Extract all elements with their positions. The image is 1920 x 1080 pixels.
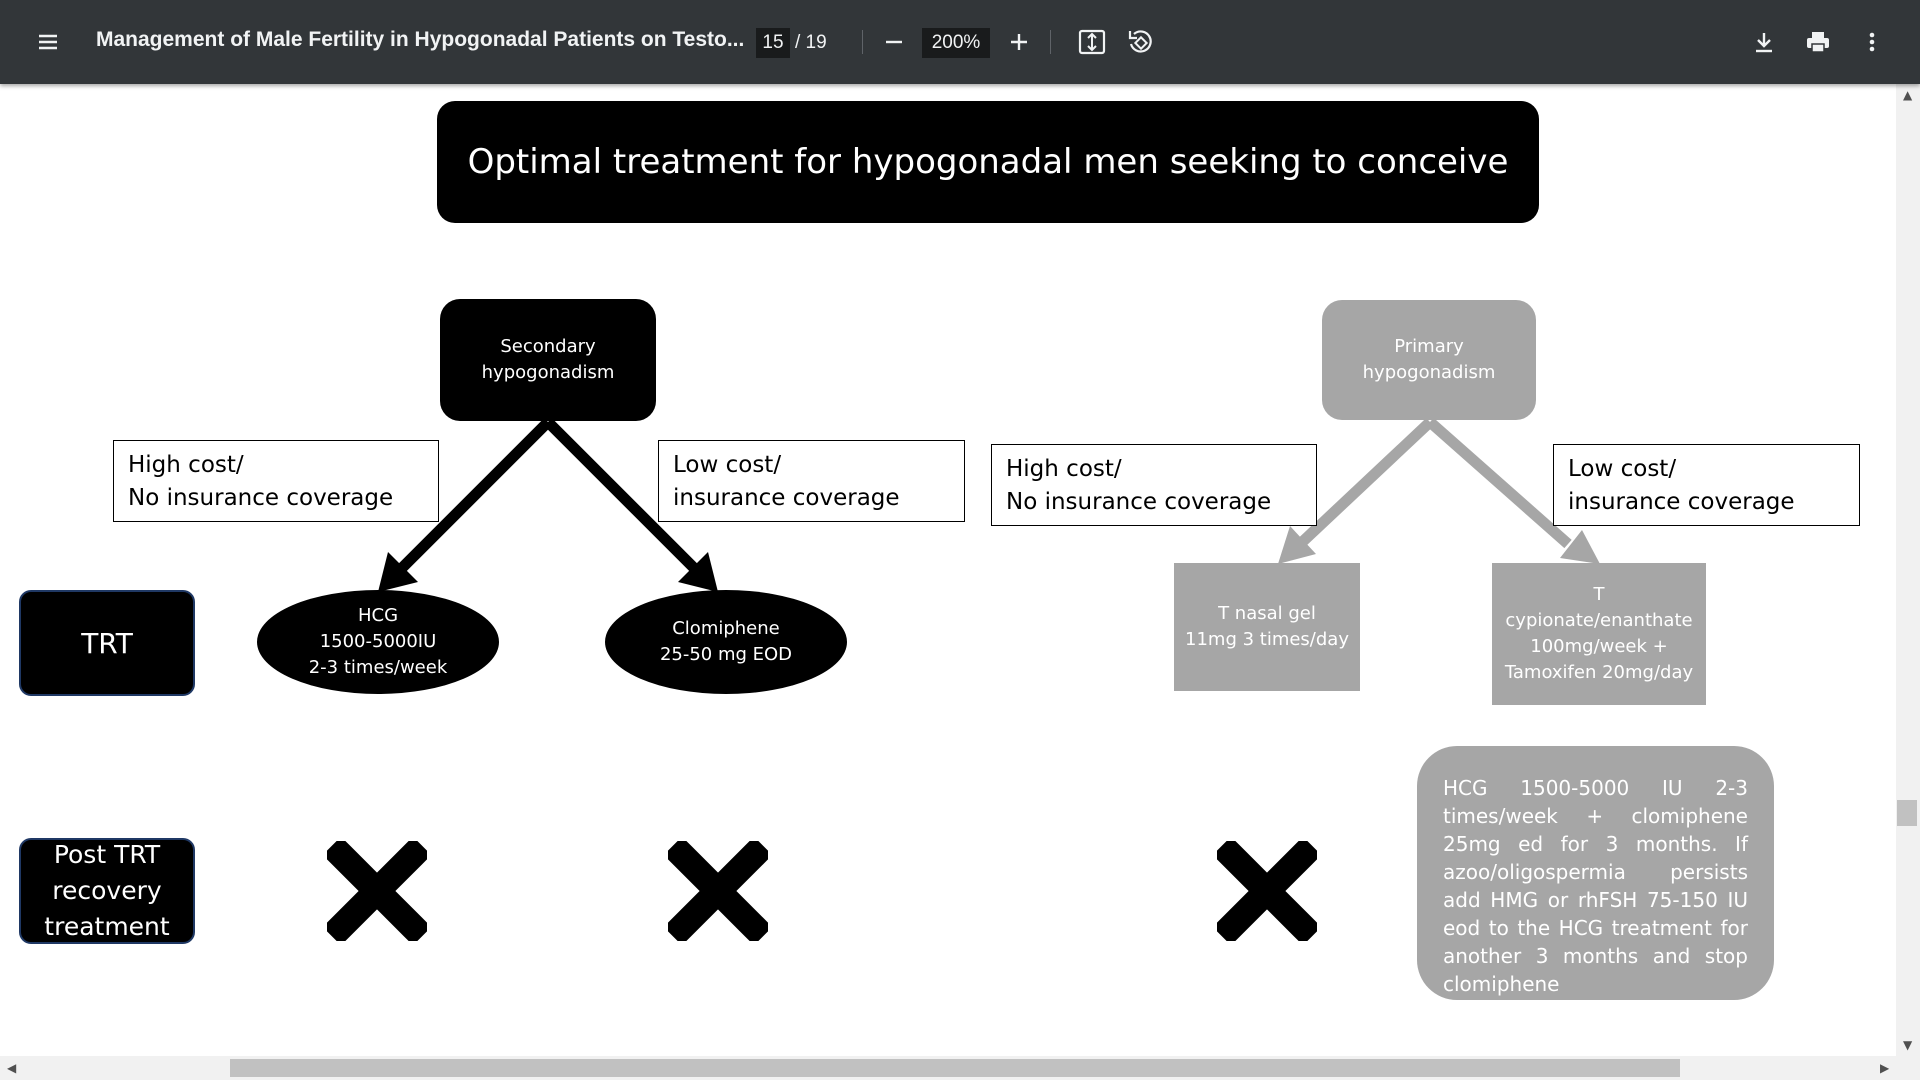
menu-icon[interactable]: [24, 18, 72, 66]
node-line: 25-50 mg EOD: [659, 644, 793, 665]
t-nasal-gel-node: T nasal gel 11mg 3 times/day: [1174, 563, 1360, 691]
node-line: Primary: [1394, 336, 1464, 357]
pdf-toolbar: Management of Male Fertility in Hypogona…: [0, 0, 1920, 84]
row-label-line: recovery: [52, 876, 162, 905]
label-line: High cost/: [1006, 456, 1122, 482]
node-line: HCG: [357, 605, 399, 626]
primary-arrows: [1278, 417, 1600, 564]
node-line: hypogonadism: [481, 362, 615, 383]
slide-title: Optimal treatment for hypogonadal men se…: [437, 101, 1539, 223]
node-line: Clomiphene: [672, 618, 780, 639]
scroll-right-arrow-icon[interactable]: ▶: [1880, 1061, 1889, 1075]
t-cypionate-node: T cypionate/enanthate 100mg/week + Tamox…: [1492, 563, 1706, 705]
node-line: 2-3 times/week: [308, 657, 448, 678]
toolbar-separator: [1050, 30, 1051, 54]
scroll-up-arrow-icon[interactable]: ▲: [1903, 88, 1912, 102]
toolbar-separator: [862, 30, 863, 54]
node-line: hypogonadism: [1362, 362, 1496, 383]
page-number-input[interactable]: 15: [756, 28, 790, 58]
label-line: No insurance coverage: [1006, 489, 1272, 515]
not-applicable-x-icon: [668, 841, 768, 941]
node-line: Tamoxifen 20mg/day: [1504, 662, 1694, 683]
vertical-scrollbar[interactable]: [1896, 84, 1920, 1056]
label-line: Low cost/: [1568, 456, 1677, 482]
vertical-scroll-thumb[interactable]: [1897, 800, 1917, 826]
trt-row-label: TRT: [19, 590, 195, 696]
download-icon[interactable]: [1740, 18, 1788, 66]
page-total: / 19: [795, 32, 827, 53]
more-vert-icon[interactable]: [1848, 18, 1896, 66]
primary-high-cost-label: High cost/ No insurance coverage: [991, 444, 1317, 526]
secondary-high-cost-label: High cost/ No insurance coverage: [113, 440, 439, 522]
scroll-left-arrow-icon[interactable]: ◀: [7, 1061, 16, 1075]
rotate-icon[interactable]: [1116, 18, 1164, 66]
node-line: 100mg/week +: [1530, 636, 1668, 657]
secondary-hypogonadism-node: Secondary hypogonadism: [440, 299, 656, 421]
not-applicable-x-icon: [1217, 841, 1317, 941]
secondary-low-cost-label: Low cost/ insurance coverage: [658, 440, 965, 522]
primary-low-cost-label: Low cost/ insurance coverage: [1553, 444, 1860, 526]
node-line: 11mg 3 times/day: [1185, 629, 1349, 650]
label-line: Low cost/: [673, 452, 782, 478]
plus-icon[interactable]: [995, 18, 1043, 66]
label-line: insurance coverage: [1568, 489, 1795, 515]
pdf-page-viewport[interactable]: Optimal treatment for hypogonadal men se…: [0, 84, 1896, 1056]
node-line: Secondary: [500, 336, 596, 357]
fit-to-page-icon[interactable]: [1068, 18, 1116, 66]
scroll-down-arrow-icon[interactable]: ▼: [1903, 1038, 1912, 1052]
minus-icon[interactable]: [870, 18, 918, 66]
print-icon[interactable]: [1794, 18, 1842, 66]
label-line: insurance coverage: [673, 485, 900, 511]
clomiphene-treatment-node: Clomiphene 25-50 mg EOD: [605, 590, 847, 694]
horizontal-scroll-thumb[interactable]: [230, 1059, 1680, 1077]
node-line: T: [1593, 584, 1605, 605]
row-label-line: Post TRT: [53, 840, 161, 869]
post-trt-row-label: Post TRT recovery treatment: [19, 838, 195, 944]
node-line: T nasal gel: [1218, 603, 1316, 624]
document-title: Management of Male Fertility in Hypogona…: [96, 28, 745, 51]
row-label-line: treatment: [44, 912, 170, 941]
node-line: 1500-5000IU: [319, 631, 437, 652]
node-line: cypionate/enanthate: [1505, 610, 1693, 631]
not-applicable-x-icon: [327, 841, 427, 941]
hcg-treatment-node: HCG 1500-5000IU 2-3 times/week: [257, 590, 499, 694]
label-line: No insurance coverage: [128, 485, 394, 511]
zoom-level-input[interactable]: 200%: [922, 28, 990, 58]
primary-hypogonadism-node: Primary hypogonadism: [1322, 300, 1536, 420]
label-line: High cost/: [128, 452, 244, 478]
hcg-recovery-note: HCG 1500-5000 IU 2-3 times/week + clomip…: [1417, 746, 1774, 1000]
